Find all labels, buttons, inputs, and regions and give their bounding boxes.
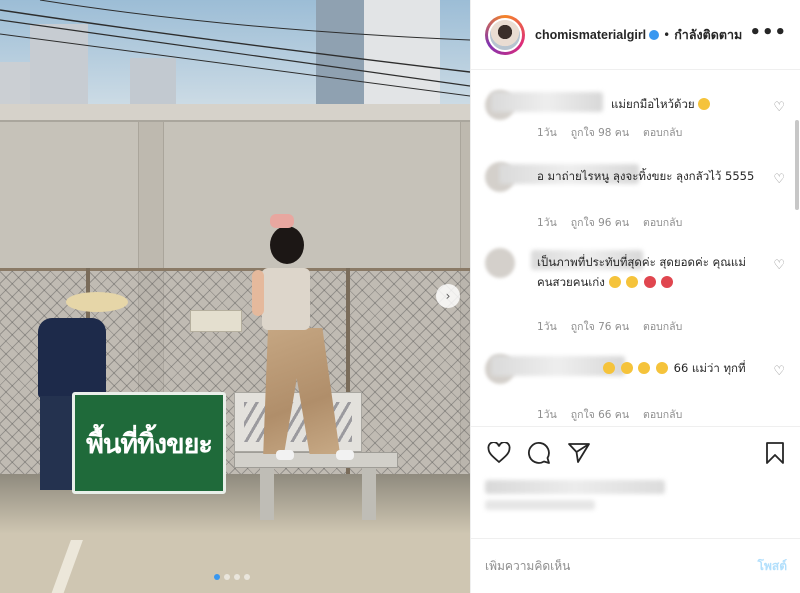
comment-likes[interactable]: ถูกใจ 96 คน xyxy=(571,214,629,231)
woman-head xyxy=(270,226,304,264)
emoji-icon xyxy=(603,362,615,374)
commenter-avatar[interactable] xyxy=(485,248,515,278)
thumbs-up-emoji-icon xyxy=(608,276,621,288)
electrical-box xyxy=(190,310,242,332)
emoji-icon xyxy=(638,362,651,374)
power-lines xyxy=(0,0,470,97)
bookmark-icon xyxy=(766,442,784,464)
heart-emoji-icon xyxy=(643,276,656,288)
comment-likes[interactable]: ถูกใจ 66 คน xyxy=(571,406,629,423)
heart-emoji-icon xyxy=(661,276,674,288)
emoji-icon xyxy=(620,362,633,374)
avatar-story-ring[interactable] xyxy=(485,14,525,55)
comment-like-heart-icon[interactable]: ♡ xyxy=(773,364,785,379)
verified-badge-icon xyxy=(649,29,660,40)
reply-link[interactable]: ตอบกลับ xyxy=(643,124,682,141)
comment-meta: 1วัน ถูกใจ 98 คน ตอบกลับ xyxy=(537,124,682,141)
carousel-dots xyxy=(214,574,250,580)
bench-leg xyxy=(260,468,274,520)
worker xyxy=(38,318,106,398)
emoji-icon xyxy=(698,98,711,110)
bench-seat xyxy=(234,452,398,468)
comment-text: อ มาถ่ายไรหนู ลุงจะทิ้งขยะ ลุงกลัวไว้ 55… xyxy=(537,169,755,183)
comment-age: 1วัน xyxy=(537,409,557,421)
carousel-dot xyxy=(244,574,250,580)
comments-scrollbar[interactable] xyxy=(795,120,799,210)
carousel-dot xyxy=(234,574,240,580)
post-header: chomismaterialgirl • กำลังติดตาม ••• xyxy=(471,0,800,70)
wall-cap xyxy=(0,104,470,122)
comment-button[interactable] xyxy=(525,439,553,467)
emoji-icon xyxy=(655,362,668,374)
comment-text: เป็นภาพที่ประทับที่สุดค่ะ สุดยอดค่ะ คุณแ… xyxy=(537,255,746,289)
blurred-username xyxy=(491,92,603,112)
carousel-dot xyxy=(214,574,220,580)
shoe xyxy=(276,450,294,460)
paper-plane-icon xyxy=(568,443,590,463)
comment-age: 1วัน xyxy=(537,321,557,333)
comment-likes[interactable]: ถูกใจ 98 คน xyxy=(571,124,629,141)
sign-text: พื้นที่ทิ้งขยะ xyxy=(86,428,213,460)
comment-age: 1วัน xyxy=(537,217,557,229)
comment-likes[interactable]: ถูกใจ 76 คน xyxy=(571,318,629,335)
worker-legs xyxy=(40,396,76,490)
heart-outline-icon xyxy=(487,442,511,464)
avatar xyxy=(488,17,522,52)
save-button[interactable] xyxy=(761,439,789,467)
post-comment-button[interactable]: โพสต์ xyxy=(758,557,787,576)
blurred-likes-count xyxy=(485,480,665,494)
reply-link[interactable]: ตอบกลับ xyxy=(643,318,682,335)
like-button[interactable] xyxy=(485,439,513,467)
carousel-next-button[interactable]: › xyxy=(436,284,460,308)
comment-like-heart-icon[interactable]: ♡ xyxy=(773,172,785,187)
hair-bow xyxy=(270,214,294,228)
comment-age: 1วัน xyxy=(537,127,557,139)
comment-meta: 1วัน ถูกใจ 76 คน ตอบกลับ xyxy=(537,318,682,335)
username-link[interactable]: chomismaterialgirl xyxy=(535,28,646,42)
comment-text: 66 แม่ว่า ทุกที่ xyxy=(603,358,763,378)
smile-emoji-icon xyxy=(626,276,639,288)
comments-list[interactable]: แม่ยกมือไหว้ด้วย 1วัน ถูกใจ 98 คน ตอบกลั… xyxy=(471,72,800,426)
bench-leg xyxy=(362,468,376,520)
woman-top xyxy=(262,268,310,330)
reply-link[interactable]: ตอบกลับ xyxy=(643,214,682,231)
add-comment-bar: โพสต์ xyxy=(471,538,800,593)
post-photo[interactable]: พื้นที่ทิ้งขยะ › xyxy=(0,0,470,593)
comment-meta: 1วัน ถูกใจ 66 คน ตอบกลับ xyxy=(537,406,682,423)
worker-hat xyxy=(66,292,128,312)
more-options-icon[interactable]: ••• xyxy=(749,22,787,43)
separator: • xyxy=(663,27,671,42)
post-sidebar: chomismaterialgirl • กำลังติดตาม ••• แม่… xyxy=(470,0,800,593)
woman-arm xyxy=(252,270,264,316)
comment-like-heart-icon[interactable]: ♡ xyxy=(773,100,785,115)
comment-meta: 1วัน ถูกใจ 96 คน ตอบกลับ xyxy=(537,214,682,231)
share-button[interactable] xyxy=(565,439,593,467)
shoe xyxy=(336,450,354,460)
comment-text: แม่ยกมือไหว้ด้วย xyxy=(611,94,771,114)
following-button[interactable]: กำลังติดตาม xyxy=(674,25,742,45)
comment-like-heart-icon[interactable]: ♡ xyxy=(773,258,785,273)
blurred-post-date xyxy=(485,500,595,510)
reply-link[interactable]: ตอบกลับ xyxy=(643,406,682,423)
comment-bubble-icon xyxy=(528,442,550,464)
trash-area-sign: พื้นที่ทิ้งขยะ xyxy=(72,392,226,494)
carousel-dot xyxy=(224,574,230,580)
chevron-right-icon: › xyxy=(445,289,451,303)
post-actions xyxy=(471,426,800,478)
comment-input[interactable] xyxy=(485,559,758,573)
